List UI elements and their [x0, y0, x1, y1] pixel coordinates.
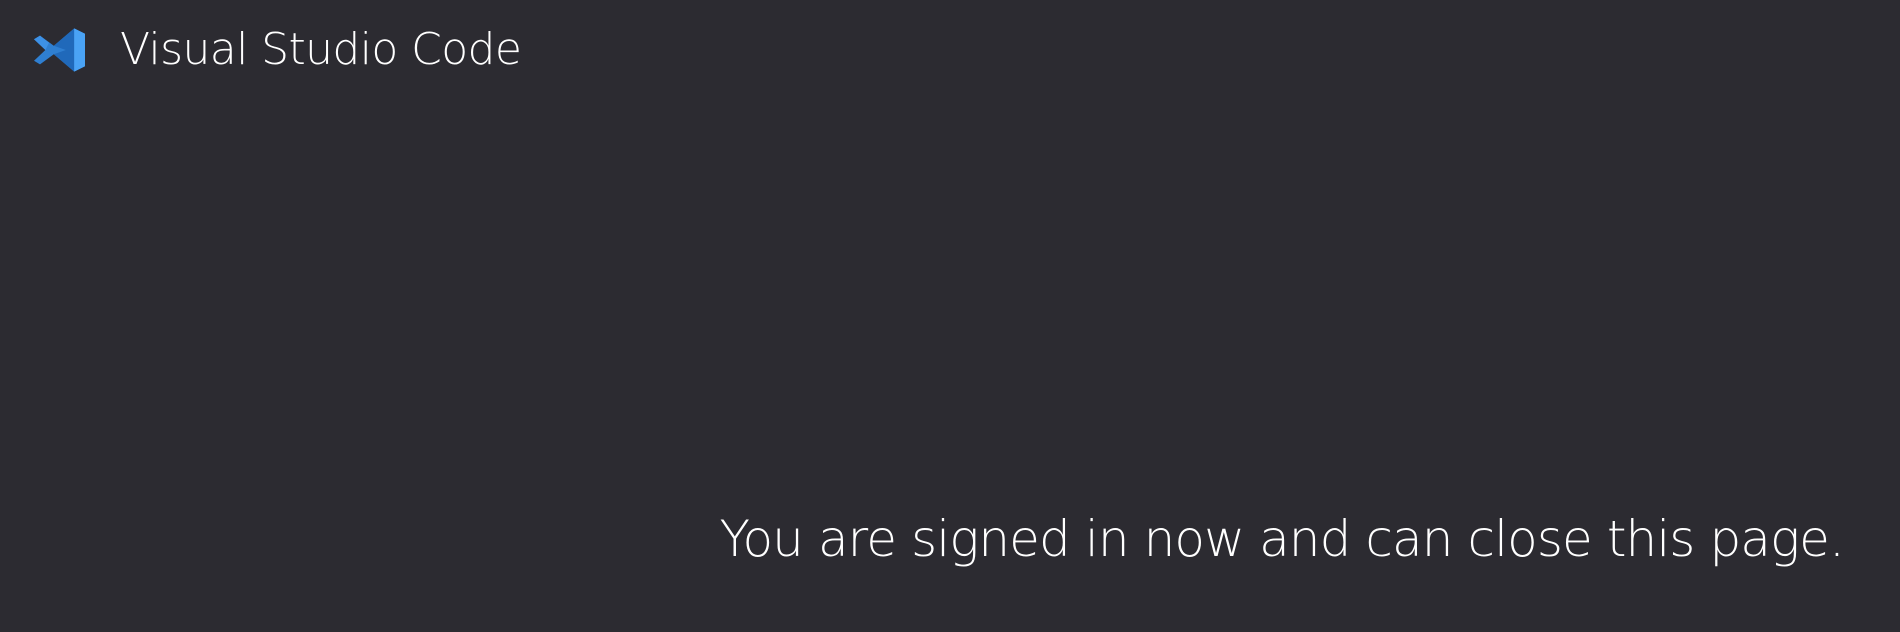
signin-message: You are signed in now and can close this… [719, 510, 1844, 568]
app-title: Visual Studio Code [120, 24, 522, 75]
app-header: Visual Studio Code [30, 20, 522, 80]
visual-studio-code-logo-icon [30, 20, 92, 80]
